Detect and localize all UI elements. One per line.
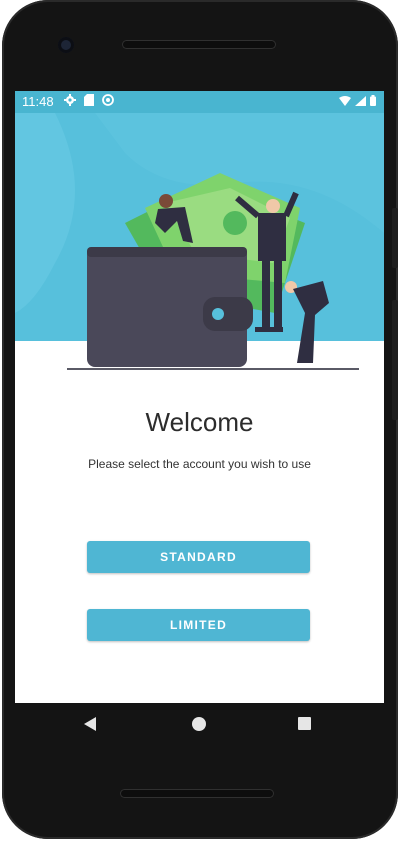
sync-icon xyxy=(102,94,114,106)
volume-button xyxy=(392,300,398,420)
home-icon[interactable] xyxy=(192,717,206,731)
battery-icon xyxy=(370,95,376,106)
welcome-title: Welcome xyxy=(145,407,254,437)
top-speaker xyxy=(122,40,276,49)
status-time: 11:48 xyxy=(22,94,54,109)
bottom-speaker xyxy=(120,789,274,798)
wifi-icon xyxy=(339,95,351,106)
app-screen: 11:48 Welcome Please select the account … xyxy=(15,91,384,703)
hero-illustration xyxy=(15,113,384,373)
sd-card-icon xyxy=(84,94,94,106)
phone-frame: 11:48 Welcome Please select the account … xyxy=(2,0,398,839)
navigation-bar xyxy=(15,703,384,747)
wallet xyxy=(87,247,253,367)
status-bar: 11:48 xyxy=(15,91,384,113)
front-camera xyxy=(58,37,74,53)
back-icon[interactable] xyxy=(84,717,96,731)
welcome-subtitle: Please select the account you wish to us… xyxy=(88,457,311,471)
recents-icon[interactable] xyxy=(298,717,311,730)
settings-icon xyxy=(64,94,76,106)
limited-button[interactable]: LIMITED xyxy=(87,609,310,641)
power-button xyxy=(392,208,398,268)
signal-icon xyxy=(355,95,366,106)
standard-button[interactable]: STANDARD xyxy=(87,541,310,573)
